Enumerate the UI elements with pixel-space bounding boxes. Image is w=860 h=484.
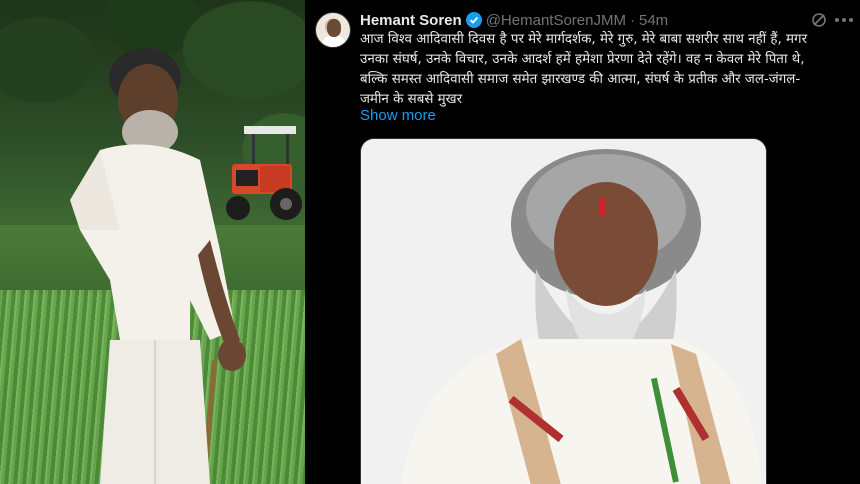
left-photo xyxy=(0,0,305,484)
avatar-face xyxy=(327,19,341,37)
verified-badge-icon xyxy=(465,12,482,28)
tweet-card[interactable]: Hemant Soren @HemantSorenJMM · 54m आज वि… xyxy=(305,0,860,484)
header-separator: · xyxy=(629,11,635,29)
elder-portrait xyxy=(361,139,766,484)
more-options-icon[interactable] xyxy=(835,18,857,24)
man-in-white-image xyxy=(70,48,246,484)
tweet-text: आज विश्व आदिवासी दिवस है पर मेरे मार्गदर… xyxy=(360,32,808,107)
tweet-media-image[interactable] xyxy=(360,138,767,484)
author-handle[interactable]: @HemantSorenJMM xyxy=(486,12,626,29)
author-display-name[interactable]: Hemant Soren xyxy=(360,12,462,29)
show-more-link[interactable]: Show more xyxy=(360,107,436,124)
grok-icon[interactable] xyxy=(810,11,828,29)
tweet-header: Hemant Soren @HemantSorenJMM · 54m xyxy=(360,10,668,30)
tweet-timestamp[interactable]: 54m xyxy=(639,12,668,29)
author-avatar[interactable] xyxy=(315,12,351,48)
